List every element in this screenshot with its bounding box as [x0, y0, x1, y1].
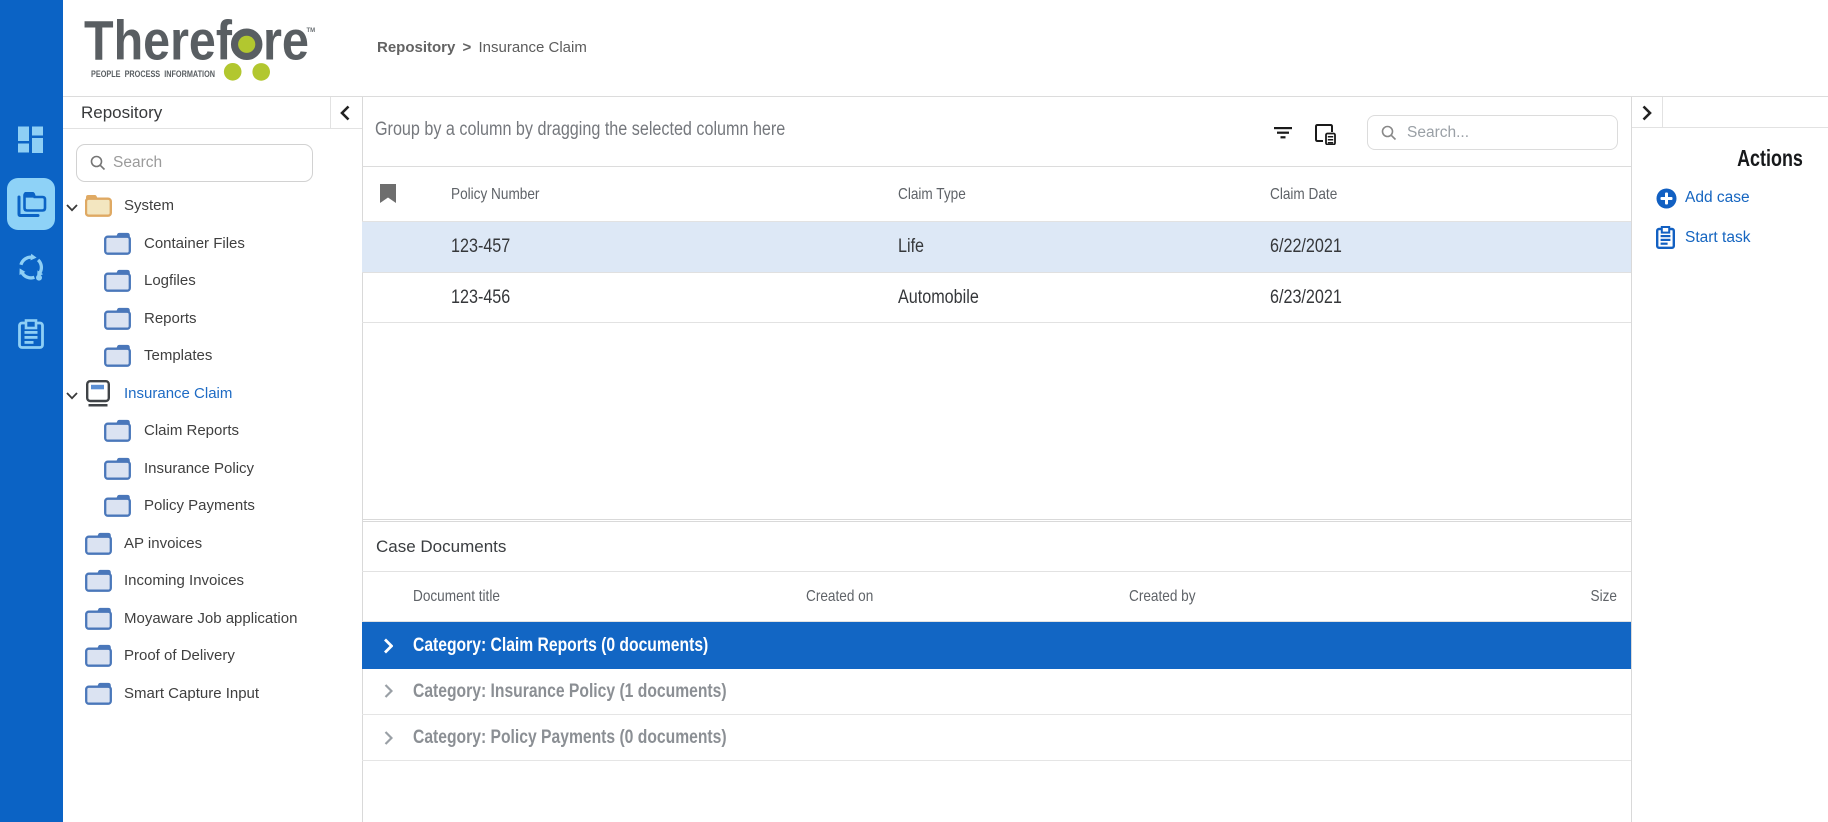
svg-text:re: re	[263, 10, 309, 72]
svg-text:TM: TM	[307, 28, 316, 34]
svg-text:Theref: Theref	[84, 10, 232, 72]
svg-text:PEOPLE PROCESS INFORMATION: PEOPLE PROCESS INFORMATION	[91, 69, 215, 79]
